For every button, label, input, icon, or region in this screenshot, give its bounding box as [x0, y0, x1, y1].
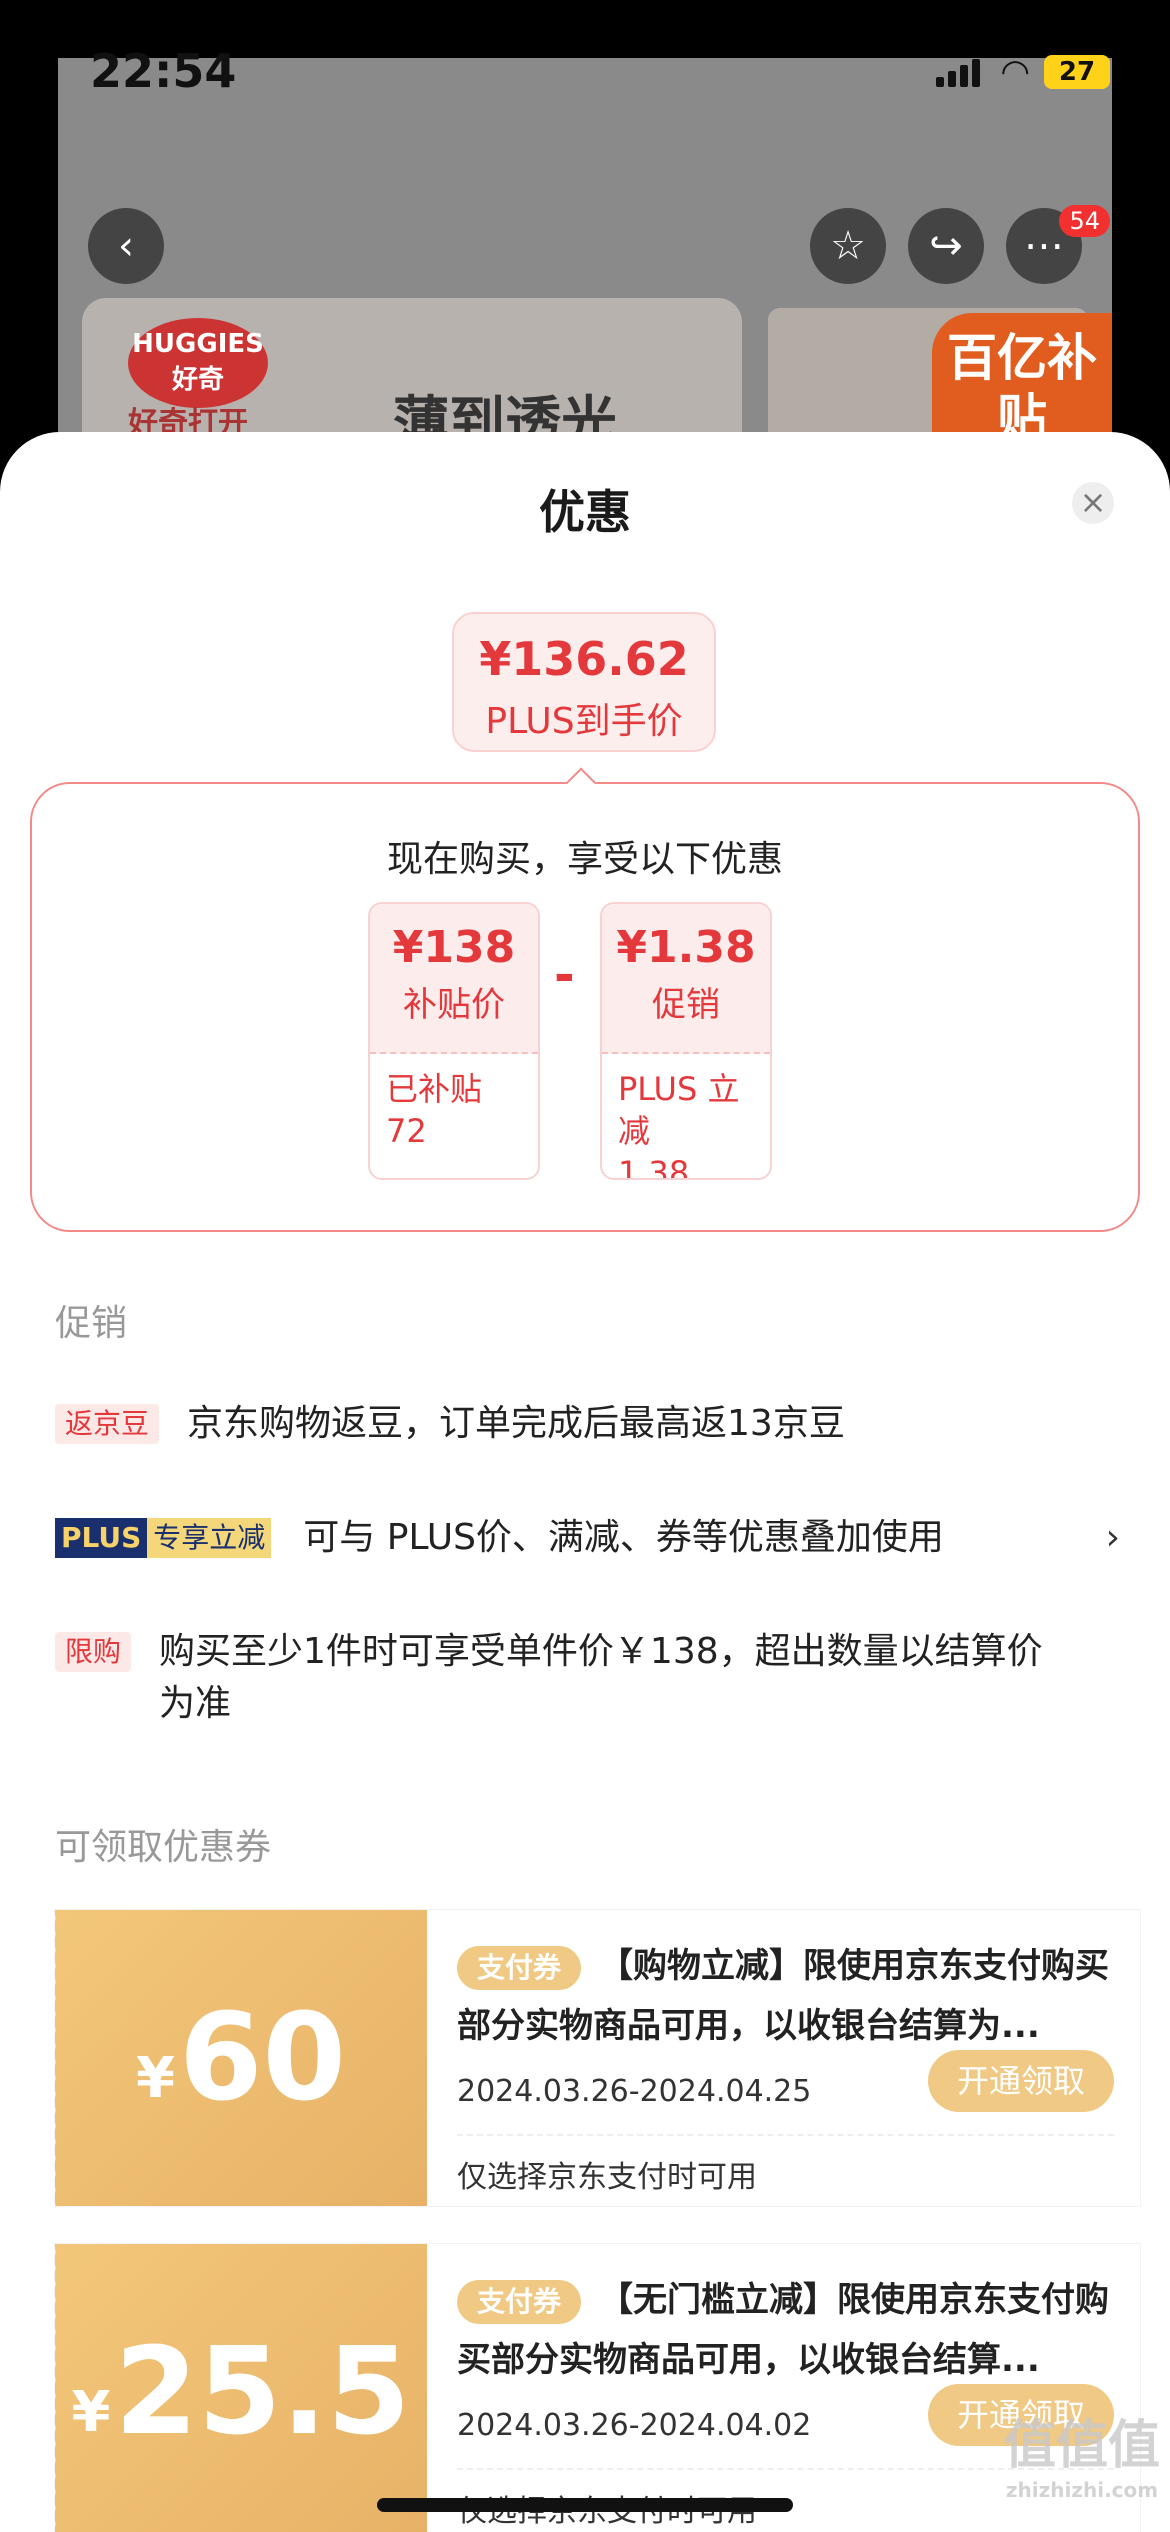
promo-tag: 限购	[55, 1632, 132, 1672]
plus-tag-sub: 专享立减	[147, 1518, 272, 1558]
subsidy-price-card: ¥138 补贴价 已补贴 72	[368, 902, 540, 1180]
discount-sheet: 优惠 × ¥136.62 PLUS到手价 现在购买，享受以下优惠 ¥138 补贴…	[0, 432, 1170, 2532]
promo-card: ¥1.38 促销 PLUS 立减 1.38	[600, 902, 772, 1180]
close-button[interactable]: ×	[1072, 482, 1114, 524]
close-icon: ×	[1079, 483, 1107, 521]
promo-row-beans: 返京豆 京东购物返豆，订单完成后最高返13京豆	[55, 1398, 1120, 1450]
coupon-currency: ¥	[71, 2379, 111, 2445]
watermark: 值值值 zhizhizhi.com	[1004, 2403, 1160, 2502]
coupon-card: ¥ 60 支付券 【购物立减】限使用京东支付购买部分实物商品可用，以收银台结算为.…	[49, 1910, 1140, 2206]
battery-icon: 27	[1044, 55, 1110, 89]
calc-heading: 现在购买，享受以下优惠	[386, 839, 783, 880]
message-badge: 54	[1059, 205, 1110, 237]
final-price-box: ¥136.62 PLUS到手价	[452, 612, 716, 752]
coupon-title-block: 支付券 【购物立减】限使用京东支付购买部分实物商品可用，以收银台结算为...	[457, 1936, 1114, 2056]
coupon-amount-panel: ¥ 25.5	[49, 2244, 427, 2532]
promo-name: 促销	[652, 985, 720, 1025]
coupon-note: 仅选择京东支付时可用	[457, 2134, 1114, 2196]
subsidy-price-value: ¥138	[392, 922, 516, 973]
subsidy-price-detail: 已补贴 72	[386, 1070, 483, 1150]
coupon-currency: ¥	[136, 2045, 175, 2111]
huggies-logo: HUGGIES 好奇	[128, 318, 268, 408]
watermark-main: 值值值	[1003, 2416, 1160, 2476]
subsidy-price-name: 补贴价	[403, 985, 505, 1025]
minus-operator: -	[554, 946, 575, 1004]
promo-row-limit: 限购 购买至少1件时可享受单件价￥138，超出数量以结算价为准	[55, 1626, 1120, 1730]
coupon-card: ¥ 25.5 支付券 【无门槛立减】限使用京东支付购买部分实物商品可用，以收银台结…	[49, 2244, 1140, 2532]
coupon-tag: 支付券	[457, 1945, 582, 1990]
coupon-title-block: 支付券 【无门槛立减】限使用京东支付购买部分实物商品可用，以收银台结算...	[457, 2270, 1114, 2390]
coupon-tag: 支付券	[457, 2279, 582, 2324]
coupon-section-title: 可领取优惠券	[55, 1827, 272, 1868]
favorite-button[interactable]: ☆	[810, 208, 886, 284]
watermark-sub: zhizhizhi.com	[1005, 2478, 1159, 2502]
promo-text: 可与 PLUS价、满减、券等优惠叠加使用	[303, 1517, 944, 1558]
promo-text: 购买至少1件时可享受单件价￥138，超出数量以结算价为准	[159, 1631, 1043, 1724]
promo-text: 京东购物返豆，订单完成后最高返13京豆	[187, 1403, 845, 1444]
sheet-title: 优惠	[539, 485, 631, 539]
claim-coupon-button[interactable]: 开通领取	[928, 2050, 1114, 2112]
more-icon: ⋯	[1024, 223, 1064, 269]
promo-section-title: 促销	[55, 1303, 128, 1344]
status-icons: ◠ 27	[936, 52, 1110, 92]
promo-detail: PLUS 立减 1.38	[618, 1070, 740, 1180]
star-icon: ☆	[830, 223, 866, 269]
coupon-amount: 60	[178, 1988, 346, 2128]
share-button[interactable]: ↪	[908, 208, 984, 284]
promo-row-plus[interactable]: PLUS 专享立减 可与 PLUS价、满减、券等优惠叠加使用 ›	[55, 1512, 1120, 1564]
share-icon: ↪	[929, 223, 963, 269]
signal-icon	[936, 57, 986, 87]
status-time: 22:54	[90, 44, 237, 98]
back-button[interactable]: ‹	[88, 208, 164, 284]
final-price-amount: ¥136.62	[479, 632, 689, 686]
final-price-label: PLUS到手价	[485, 701, 683, 742]
promo-tag: 返京豆	[55, 1404, 160, 1444]
chevron-left-icon: ‹	[118, 223, 134, 269]
home-indicator[interactable]	[377, 2498, 793, 2512]
wifi-icon: ◠	[1000, 52, 1030, 92]
plus-tag: PLUS 专享立减	[55, 1518, 272, 1558]
promo-value: ¥1.38	[616, 922, 756, 973]
plus-tag-label: PLUS	[55, 1518, 148, 1558]
price-calc-box: 现在购买，享受以下优惠 ¥138 补贴价 已补贴 72 - ¥1.38 促销 P…	[30, 782, 1140, 1232]
coupon-amount: 25.5	[114, 2322, 411, 2462]
coupon-amount-panel: ¥ 60	[49, 1910, 427, 2206]
chevron-right-icon: ›	[1105, 1517, 1120, 1558]
